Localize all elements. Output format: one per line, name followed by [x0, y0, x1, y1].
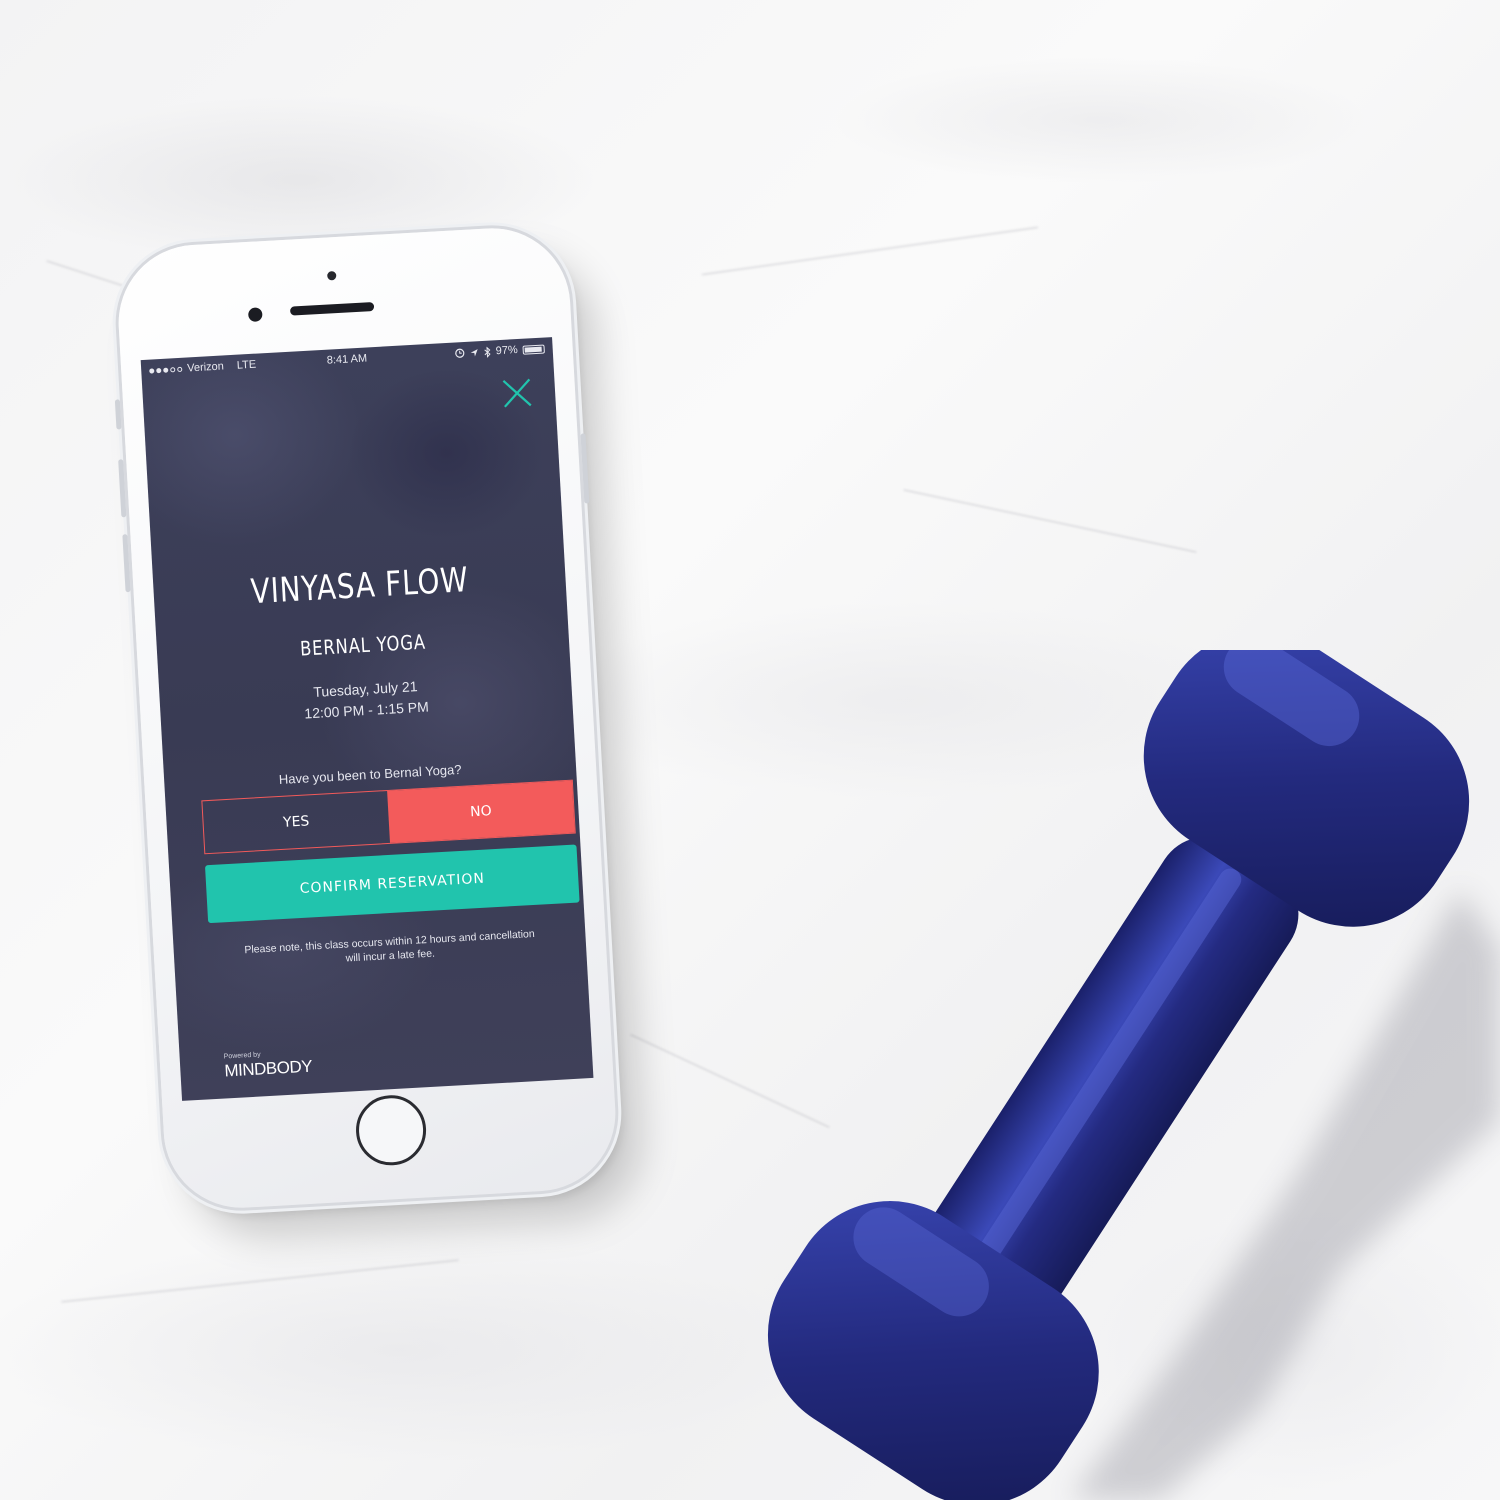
proximity-sensor: [327, 271, 337, 281]
phone: Verizon LTE 8:41 AM 97% VINYASA FLOW BER…: [114, 224, 620, 1212]
status-right: 97%: [454, 343, 545, 360]
volume-down-button: [122, 534, 131, 593]
bluetooth-icon: [484, 346, 491, 358]
class-title: VINYASA FLOW: [249, 560, 470, 613]
no-option-button[interactable]: NO: [387, 780, 575, 843]
battery-percent: 97%: [495, 344, 519, 358]
status-bar: Verizon LTE 8:41 AM 97%: [141, 337, 554, 382]
marble-vein: [701, 226, 1039, 276]
mindbody-logo: MINDBODY: [223, 1056, 313, 1081]
dumbbell-image: [767, 650, 1500, 1500]
app-screen: Verizon LTE 8:41 AM 97% VINYASA FLOW BER…: [140, 337, 594, 1101]
close-icon[interactable]: [500, 376, 534, 410]
location-icon: [470, 348, 478, 357]
power-button: [580, 433, 590, 504]
battery-icon: [522, 344, 545, 355]
earpiece: [289, 301, 375, 316]
volume-up-button: [118, 459, 127, 518]
first-visit-toggle: YES NO: [201, 779, 576, 855]
front-camera: [247, 307, 263, 322]
confirm-reservation-button[interactable]: CONFIRM RESERVATION: [204, 844, 580, 924]
marble-vein: [903, 488, 1197, 554]
late-fee-note: Please note, this class occurs within 12…: [213, 925, 566, 973]
mute-switch: [114, 399, 122, 430]
studio-name: BERNAL YOGA: [299, 629, 427, 661]
home-button[interactable]: [354, 1093, 428, 1168]
yes-option-button[interactable]: YES: [202, 791, 390, 853]
alarm-icon: [455, 348, 465, 358]
marble-vein: [60, 1259, 460, 1303]
